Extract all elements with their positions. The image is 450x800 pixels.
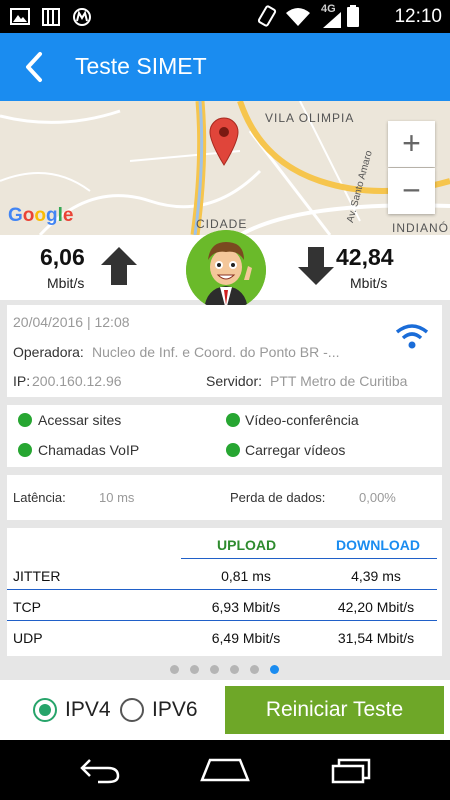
capability-acessar-sites: Acessar sites bbox=[38, 412, 122, 428]
status-dot bbox=[18, 443, 32, 457]
ip-value: 200.160.12.96 bbox=[32, 373, 122, 389]
page-indicator[interactable] bbox=[0, 661, 450, 679]
google-logo: Google bbox=[8, 205, 74, 226]
map-label-cidade: CIDADE bbox=[196, 217, 248, 231]
signal-icon bbox=[323, 12, 341, 28]
operator-label: Operadora: bbox=[13, 344, 84, 360]
status-dot bbox=[226, 443, 240, 457]
motorola-icon bbox=[73, 8, 91, 26]
download-header: DOWNLOAD bbox=[336, 537, 420, 553]
upload-speed-value: 6,06 bbox=[40, 244, 85, 270]
ipv4-label[interactable]: IPV4 bbox=[65, 698, 111, 722]
ipv6-label[interactable]: IPV6 bbox=[152, 698, 198, 722]
back-arrow-icon[interactable] bbox=[18, 49, 54, 85]
latency-value: 10 ms bbox=[99, 490, 135, 505]
ip-label: IP: bbox=[13, 373, 31, 389]
mascot-icon bbox=[186, 230, 266, 310]
header-divider bbox=[181, 558, 437, 559]
page-dot[interactable] bbox=[250, 665, 259, 674]
zoom-out-button[interactable]: − bbox=[388, 168, 435, 214]
app-screen: 4G 12:10 Teste SIMET VILA OLIMPIA CIDADE… bbox=[0, 0, 450, 800]
page-dot[interactable] bbox=[230, 665, 239, 674]
test-datetime: 20/04/2016 | 12:08 bbox=[13, 314, 130, 330]
ipv4-radio[interactable] bbox=[33, 698, 57, 722]
download-speed-value: 42,84 bbox=[336, 244, 394, 270]
mascot-avatar bbox=[186, 230, 266, 310]
page-dot[interactable] bbox=[210, 665, 219, 674]
app-bar: Teste SIMET bbox=[0, 33, 450, 101]
clock: 12:10 bbox=[394, 6, 442, 27]
upload-speed-unit: Mbit/s bbox=[47, 275, 85, 291]
row-divider bbox=[7, 589, 437, 590]
rotate-icon bbox=[257, 5, 277, 27]
results-table: UPLOAD DOWNLOAD JITTER 0,81 ms 4,39 ms T… bbox=[7, 528, 442, 656]
test-info-card: 20/04/2016 | 12:08 Operadora: Nucleo de … bbox=[7, 305, 442, 397]
operator-value: Nucleo de Inf. e Coord. do Ponto BR -... bbox=[92, 344, 340, 360]
page-dot-active[interactable] bbox=[270, 665, 279, 674]
jitter-upload: 0,81 ms bbox=[221, 568, 271, 584]
download-arrow-icon bbox=[298, 247, 334, 285]
server-value: PTT Metro de Curitiba bbox=[270, 373, 408, 389]
wifi-icon bbox=[395, 324, 429, 349]
row-label-udp: UDP bbox=[13, 630, 43, 646]
capability-video-conferencia: Vídeo-conferência bbox=[245, 412, 359, 428]
location-pin-icon bbox=[209, 117, 239, 166]
jitter-download: 4,39 ms bbox=[351, 568, 401, 584]
upload-arrow-icon bbox=[101, 247, 137, 285]
upload-header: UPLOAD bbox=[217, 537, 277, 553]
page-dot[interactable] bbox=[170, 665, 179, 674]
status-dot bbox=[226, 413, 240, 427]
grid-icon bbox=[42, 8, 60, 26]
download-speed-unit: Mbit/s bbox=[350, 275, 388, 291]
tcp-download: 42,20 Mbit/s bbox=[337, 599, 415, 615]
map-label-vila-olimpia: VILA OLIMPIA bbox=[265, 111, 355, 125]
capabilities-card: Acessar sites Vídeo-conferência Chamadas… bbox=[7, 405, 442, 467]
restart-test-button[interactable]: Reiniciar Teste bbox=[225, 686, 444, 734]
server-label: Servidor: bbox=[206, 373, 263, 389]
system-nav-bar bbox=[0, 740, 450, 800]
battery-icon bbox=[347, 5, 359, 27]
row-label-jitter: JITTER bbox=[13, 568, 61, 584]
ipv6-radio[interactable] bbox=[120, 698, 144, 722]
map-view[interactable]: VILA OLIMPIA CIDADE Av. Santo Amaro INDI… bbox=[0, 101, 450, 235]
loss-label: Perda de dados: bbox=[230, 490, 326, 505]
tcp-upload: 6,93 Mbit/s bbox=[211, 599, 281, 615]
capability-carregar-videos: Carregar vídeos bbox=[245, 442, 346, 458]
capability-chamadas-voip: Chamadas VoIP bbox=[38, 442, 140, 458]
row-divider bbox=[7, 620, 437, 621]
zoom-in-button[interactable]: + bbox=[388, 121, 435, 167]
status-bar: 4G 12:10 bbox=[0, 0, 450, 33]
back-nav-icon[interactable] bbox=[78, 756, 122, 784]
wifi-icon bbox=[286, 8, 310, 26]
image-icon bbox=[10, 8, 30, 25]
udp-upload: 6,49 Mbit/s bbox=[211, 630, 281, 646]
latency-label: Latência: bbox=[13, 490, 66, 505]
page-dot[interactable] bbox=[190, 665, 199, 674]
udp-download: 31,54 Mbit/s bbox=[337, 630, 415, 646]
map-label-indianopolis: INDIANÓPO bbox=[392, 221, 450, 235]
recents-nav-icon[interactable] bbox=[329, 756, 373, 784]
row-label-tcp: TCP bbox=[13, 599, 41, 615]
status-dot bbox=[18, 413, 32, 427]
loss-value: 0,00% bbox=[359, 490, 396, 505]
latency-card: Latência: 10 ms Perda de dados: 0,00% bbox=[7, 475, 442, 520]
home-nav-icon[interactable] bbox=[200, 756, 250, 784]
page-title: Teste SIMET bbox=[75, 53, 207, 79]
test-controls: IPV4 IPV6 Reiniciar Teste bbox=[0, 680, 450, 740]
